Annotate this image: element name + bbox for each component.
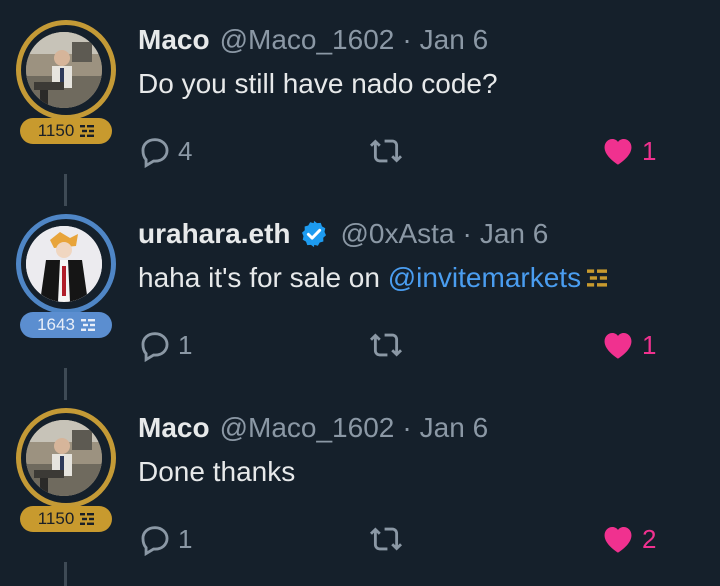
reply-button[interactable]: 1 [138,522,192,556]
author-name[interactable]: Maco [138,24,210,56]
retweet-button[interactable] [368,522,404,556]
retweet-button[interactable] [368,134,404,168]
tweet[interactable]: 1150 Maco @Maco_1602 · Jan 6 Do you stil… [0,0,720,206]
like-button[interactable]: 1 [600,328,656,362]
thread-line [64,562,67,586]
tweet[interactable]: 1150 Maco @Maco_1602 · Jan 6 Done thanks… [0,388,720,586]
score-badge: 1643 [20,312,112,338]
tweet-text: Do you still have nado code? [138,68,498,100]
reply-icon [141,526,169,556]
tweet[interactable]: 1643 urahara.eth @0xAsta · Jan 6 haha it… [0,194,720,400]
retweet-icon [369,333,403,357]
like-count: 2 [642,523,657,554]
score-badge: 1150 [20,118,112,144]
score-value: 1150 [37,509,75,528]
verified-badge-icon [301,220,326,248]
avatar[interactable] [26,226,102,302]
score-bars-icon [80,513,95,525]
author-handle[interactable]: @Maco_1602 [220,412,395,444]
heart-icon [604,332,632,359]
score-bars-icon [587,269,608,287]
reply-count: 4 [178,135,193,166]
separator-dot: · [402,412,412,443]
author-handle[interactable]: @Maco_1602 [220,24,395,56]
author-handle[interactable]: @0xAsta [341,218,455,250]
tweet-text-content: haha it's for sale on [138,262,388,293]
like-button[interactable]: 2 [600,522,656,556]
tweet-actions: 1 1 [138,328,708,364]
tweet-text-content: Do you still have nado code? [138,68,498,99]
author-name[interactable]: Maco [138,412,210,444]
tweet-header: urahara.eth @0xAsta · Jan 6 [138,218,548,250]
tweet-date[interactable]: Jan 6 [420,24,489,56]
mention-link[interactable]: @invitemarkets [388,262,581,294]
tweet-date[interactable]: Jan 6 [480,218,549,250]
reply-button[interactable]: 4 [138,134,192,168]
retweet-icon [369,527,403,551]
tweet-date[interactable]: Jan 6 [420,412,489,444]
heart-icon [604,138,632,165]
reply-icon [141,332,169,362]
tweet-header: Maco @Maco_1602 · Jan 6 [138,412,488,444]
like-button[interactable]: 1 [600,134,656,168]
score-badge: 1150 [20,506,112,532]
separator-dot: · [402,24,412,55]
tweet-actions: 4 1 [138,134,708,170]
tweet-text-content: Done thanks [138,456,296,487]
score-value: 1643 [37,315,75,334]
separator-dot: · [462,218,472,249]
tweet-actions: 1 2 [138,522,708,558]
score-value: 1150 [37,121,75,140]
tweet-text: haha it's for sale on @invitemarkets [138,262,608,294]
tweet-header: Maco @Maco_1602 · Jan 6 [138,24,488,56]
score-bars-icon [80,319,95,331]
retweet-icon [369,139,403,163]
reply-count: 1 [178,329,193,360]
score-bars-icon [80,125,95,137]
tweet-text: Done thanks [138,456,295,488]
like-count: 1 [642,135,657,166]
avatar[interactable] [26,32,102,108]
avatar[interactable] [26,420,102,496]
heart-icon [604,526,632,553]
author-name[interactable]: urahara.eth [138,218,291,250]
reply-count: 1 [178,523,193,554]
reply-button[interactable]: 1 [138,328,192,362]
reply-icon [141,138,169,168]
like-count: 1 [642,329,657,360]
retweet-button[interactable] [368,328,404,362]
